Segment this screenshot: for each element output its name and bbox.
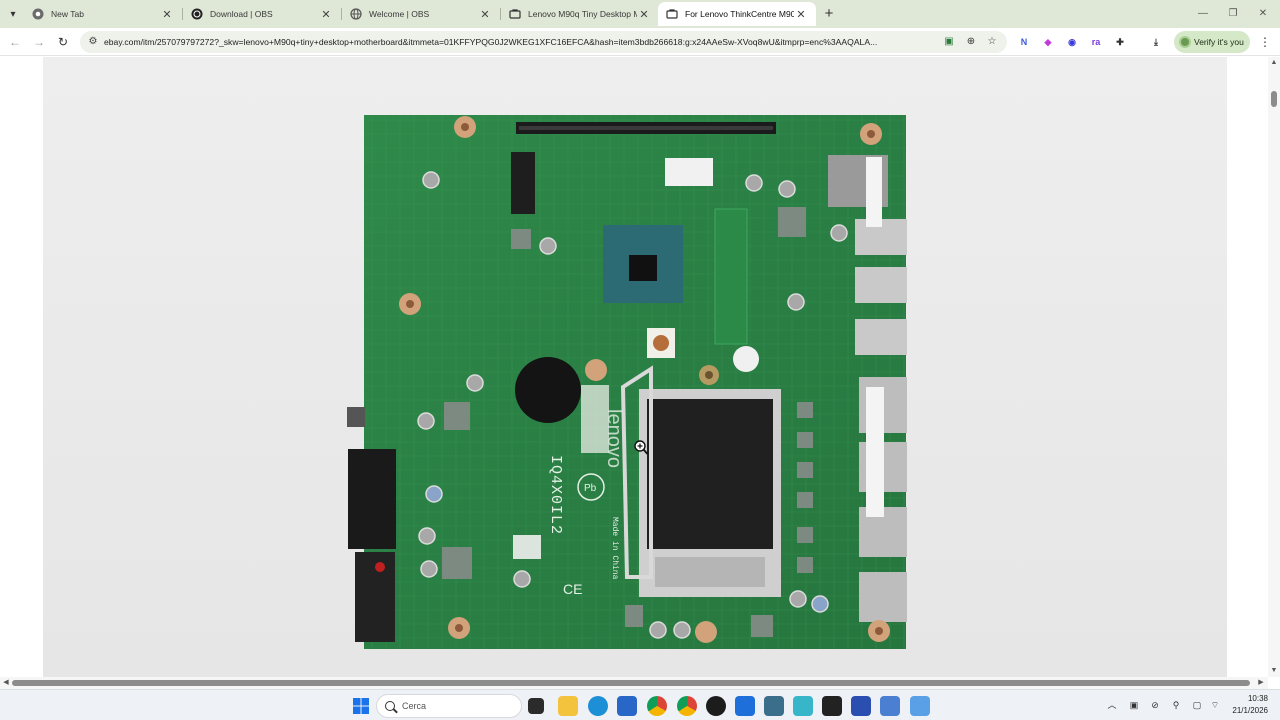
clock-time: 10:38: [1247, 694, 1268, 703]
lens-icon[interactable]: ▣: [942, 35, 956, 49]
windows-taskbar: Cerca ︿ ▣ ⊘ ⚲ ▢ ⌔ 10:38 21/1/2026: [0, 689, 1280, 720]
app-icon-2[interactable]: [764, 696, 784, 716]
tab-label: For Lenovo ThinkCentre M90q: [685, 9, 794, 19]
globe-icon: [350, 8, 362, 20]
svg-text:Pb: Pb: [584, 483, 597, 494]
bookmark-star-icon[interactable]: ☆: [985, 35, 999, 49]
taskbar-clock[interactable]: 10:38 21/1/2026: [1222, 693, 1268, 717]
minimize-icon[interactable]: —: [1188, 4, 1218, 24]
vertical-scrollbar[interactable]: ▲ ▼: [1268, 57, 1280, 677]
wifi-icon[interactable]: ⌔: [1208, 698, 1222, 712]
tab-download-obs[interactable]: Download | OBS ✕: [183, 2, 341, 26]
tab-welcome-obs[interactable]: Welcome | OBS ✕: [342, 2, 500, 26]
tab-strip: ▾ New Tab ✕ Download | OBS ✕ Welcome | O…: [0, 0, 1280, 28]
tab-lenovo-m90q[interactable]: Lenovo M90q Tiny Desktop Mo ✕: [501, 2, 659, 26]
ebay-icon: [509, 8, 521, 20]
tab-label: New Tab: [51, 9, 84, 19]
tab-search-chevron-icon[interactable]: ▾: [4, 5, 22, 23]
tab-label: Welcome | OBS: [369, 9, 430, 19]
chrome-icon: [32, 8, 44, 20]
taskbar-search-box[interactable]: Cerca: [376, 694, 522, 718]
menu-kebab-icon[interactable]: ⋮: [1258, 33, 1272, 51]
tray-chevron-icon[interactable]: ︿: [1105, 698, 1119, 712]
reload-icon[interactable]: ↻: [54, 33, 72, 51]
ra-extension-icon[interactable]: ra: [1088, 34, 1104, 50]
store-icon[interactable]: [617, 696, 637, 716]
close-icon[interactable]: ✕: [794, 8, 808, 21]
motherboard: lenovo IQ4X0IL2 Made in China Pb CE: [347, 115, 907, 649]
product-image[interactable]: lenovo IQ4X0IL2 Made in China Pb CE: [43, 57, 1227, 677]
zoom-icon[interactable]: ⊕: [964, 35, 978, 49]
tab-thinkcentre-m90q[interactable]: For Lenovo ThinkCentre M90q ✕: [658, 2, 816, 26]
zoom-cursor-icon: [633, 439, 649, 457]
forward-icon[interactable]: →: [30, 33, 48, 51]
tray-app-icon[interactable]: ▣: [1127, 698, 1141, 712]
browser-toolbar: ← → ↻ ⚙ ebay.com/itm/257079797272?_skw=l…: [0, 28, 1280, 56]
dots-extension-icon[interactable]: ◆: [1040, 34, 1056, 50]
ebay-icon: [666, 8, 678, 20]
snip-icon[interactable]: [910, 696, 930, 716]
tray-network-icon[interactable]: ⚲: [1169, 698, 1183, 712]
maximize-icon[interactable]: ❐: [1218, 4, 1248, 24]
app-icon-3[interactable]: [793, 696, 813, 716]
verify-label: Verify it's you: [1194, 37, 1244, 47]
tab-new-tab[interactable]: New Tab ✕: [24, 2, 182, 26]
close-icon[interactable]: ✕: [160, 8, 174, 21]
tray-app-icon-2[interactable]: ▢: [1190, 698, 1204, 712]
tab-label: Lenovo M90q Tiny Desktop Mo: [528, 9, 637, 19]
new-tab-button[interactable]: +: [820, 5, 838, 23]
record-extension-icon[interactable]: ◉: [1064, 34, 1080, 50]
profile-avatar-icon: [1179, 36, 1191, 48]
obs-icon: [191, 8, 203, 20]
obs-icon[interactable]: [706, 696, 726, 716]
n-extension-icon[interactable]: N: [1016, 34, 1032, 50]
chrome-canary-icon[interactable]: [677, 696, 697, 716]
site-info-icon[interactable]: ⚙: [86, 35, 100, 49]
close-icon[interactable]: ✕: [637, 8, 651, 21]
horizontal-scroll-thumb[interactable]: [12, 680, 1250, 686]
extensions-puzzle-icon[interactable]: ✚: [1112, 34, 1128, 50]
scroll-left-icon[interactable]: ◀: [2, 679, 10, 687]
task-view-icon[interactable]: [528, 698, 544, 714]
motherboard-photo: lenovo IQ4X0IL2 Made in China Pb CE: [347, 115, 907, 649]
svg-text:Made in China: Made in China: [610, 517, 619, 580]
close-icon[interactable]: ✕: [319, 8, 333, 21]
start-icon[interactable]: [351, 696, 371, 716]
scroll-right-icon[interactable]: ▶: [1257, 679, 1265, 687]
app-icon-4[interactable]: [851, 696, 871, 716]
verify-profile-button[interactable]: Verify it's you: [1174, 31, 1250, 53]
app-icon[interactable]: [735, 696, 755, 716]
file-explorer-icon[interactable]: [558, 696, 578, 716]
svg-text:CE: CE: [563, 581, 582, 597]
address-bar[interactable]: ⚙ ebay.com/itm/257079797272?_skw=lenovo+…: [80, 31, 1007, 53]
scroll-down-icon[interactable]: ▼: [1270, 667, 1278, 675]
address-url[interactable]: ebay.com/itm/257079797272?_skw=lenovo+M9…: [104, 31, 934, 53]
page-viewport: lenovo IQ4X0IL2 Made in China Pb CE: [0, 57, 1268, 677]
vertical-scroll-thumb[interactable]: [1271, 91, 1277, 107]
clock-date: 21/1/2026: [1232, 706, 1268, 715]
horizontal-scrollbar[interactable]: ◀ ▶: [0, 677, 1268, 689]
chrome-icon[interactable]: [647, 696, 667, 716]
download-icon[interactable]: ⤓: [1148, 34, 1164, 50]
svg-text:IQ4X0IL2: IQ4X0IL2: [547, 455, 564, 535]
taskbar-search-placeholder: Cerca: [402, 701, 427, 711]
svg-text:lenovo: lenovo: [603, 409, 625, 468]
back-icon[interactable]: ←: [6, 33, 24, 51]
terminal-icon[interactable]: [822, 696, 842, 716]
edge-icon[interactable]: [588, 696, 608, 716]
tray-vpn-icon[interactable]: ⊘: [1148, 698, 1162, 712]
close-icon[interactable]: ✕: [478, 8, 492, 21]
app-icon-5[interactable]: [880, 696, 900, 716]
search-icon: [385, 701, 395, 711]
window-close-icon[interactable]: ✕: [1248, 4, 1278, 24]
scroll-up-icon[interactable]: ▲: [1270, 59, 1278, 67]
tab-label: Download | OBS: [210, 9, 273, 19]
